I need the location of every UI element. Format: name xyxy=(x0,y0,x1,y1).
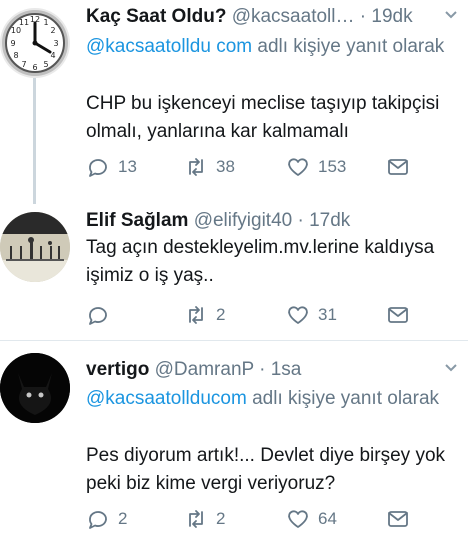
thread-line xyxy=(33,78,36,190)
reply-button[interactable]: 2 xyxy=(86,507,127,531)
svg-text:6: 6 xyxy=(32,63,37,72)
svg-text:7: 7 xyxy=(21,60,26,69)
svg-text:2: 2 xyxy=(50,26,55,35)
dm-icon xyxy=(388,511,408,527)
svg-text:5: 5 xyxy=(43,60,48,69)
like-icon xyxy=(288,306,308,324)
clock-avatar-icon: 12 12 345 678 91011 xyxy=(2,10,68,76)
dm-button[interactable] xyxy=(386,507,410,531)
author-name[interactable]: vertigo xyxy=(86,359,149,380)
retweet-count: 2 xyxy=(216,305,226,324)
svg-text:11: 11 xyxy=(19,18,29,27)
dm-button[interactable] xyxy=(386,155,410,179)
reply-icon xyxy=(89,511,107,529)
reply-mention[interactable]: @kacsaatolldu com xyxy=(86,36,252,57)
author-handle[interactable]: @elifyigit40 xyxy=(194,210,293,231)
dm-icon xyxy=(388,307,408,323)
like-button[interactable]: 153 xyxy=(286,155,346,179)
reply-mention[interactable]: @kacsaatollducom xyxy=(86,388,247,409)
reply-suffix: adlı kişiye yanıt olarak xyxy=(252,36,445,57)
separator-dot: · xyxy=(359,6,367,27)
svg-text:1: 1 xyxy=(43,18,48,27)
tweet-time[interactable]: 17dk xyxy=(309,210,350,231)
retweet-icon xyxy=(189,158,203,176)
avatar-vertigo[interactable] xyxy=(0,353,70,423)
reply-count: 13 xyxy=(118,157,137,176)
thread-line xyxy=(33,190,36,204)
reply-suffix: adlı kişiye yanıt olarak xyxy=(246,388,440,409)
reply-button[interactable]: 13 xyxy=(86,155,137,179)
dm-icon xyxy=(388,159,408,175)
tweet-actions: 13 38 153 xyxy=(86,155,426,181)
like-button[interactable]: 64 xyxy=(286,507,337,531)
tweet-vertigo[interactable]: vertigo @DamranP · 1sa @kacsaatollducom … xyxy=(0,341,468,529)
svg-text:10: 10 xyxy=(11,26,21,35)
reply-context: @kacsaatolldu com adlı kişiye yanıt olar… xyxy=(86,33,456,60)
retweet-icon xyxy=(189,510,203,528)
reply-count: 2 xyxy=(118,509,128,528)
svg-text:8: 8 xyxy=(13,51,18,60)
avatar-image xyxy=(0,212,70,282)
chevron-down-icon[interactable] xyxy=(444,8,458,27)
avatar-image xyxy=(0,353,70,423)
retweet-count: 38 xyxy=(216,157,235,176)
avatar-elif[interactable] xyxy=(0,212,70,282)
dm-button[interactable] xyxy=(386,303,410,327)
like-icon xyxy=(288,158,308,176)
like-button[interactable]: 31 xyxy=(286,303,337,327)
like-count: 64 xyxy=(318,509,337,528)
tweet-text: Tag açın destekleyelim.mv.lerine kaldıys… xyxy=(86,237,435,286)
tweet-text: Pes diyorum artık!... Devlet diye birşey… xyxy=(86,445,446,494)
chevron-down-icon[interactable] xyxy=(444,361,458,380)
reply-icon xyxy=(89,307,107,325)
like-count: 31 xyxy=(318,305,337,324)
avatar-clock[interactable]: 12 1 2 345 678 9 10 11 xyxy=(0,8,70,78)
author-name[interactable]: Kaç Saat Oldu? xyxy=(86,6,226,27)
reply-button[interactable] xyxy=(86,303,118,327)
separator-dot: · xyxy=(297,210,304,231)
like-icon xyxy=(288,510,308,528)
tweet-text: CHP bu işkenceyi meclise taşıyıp takipçi… xyxy=(86,93,440,142)
like-count: 153 xyxy=(318,157,347,176)
tweet-time[interactable]: 19dk xyxy=(371,6,412,27)
tweet-kacsaatoldu[interactable]: 12 1 2 345 678 9 10 11 Kaç Saat Oldu? @kacsa… xyxy=(0,0,468,190)
author-handle[interactable]: @kacsaatoll… xyxy=(232,6,355,27)
tweet-actions: 2 31 xyxy=(86,303,426,329)
author-name[interactable]: Elif Sağlam xyxy=(86,210,188,231)
separator-dot: · xyxy=(259,359,266,380)
retweet-count: 2 xyxy=(216,509,226,528)
reply-context: @kacsaatollducom adlı kişiye yanıt olara… xyxy=(86,385,456,412)
tweet-header: Kaç Saat Oldu? @kacsaatoll… · 19dk xyxy=(86,5,428,29)
tweet-actions: 2 2 64 xyxy=(86,507,426,533)
tweet-elif[interactable]: Elif Sağlam @elifyigit40 · 17dk Tag açın… xyxy=(0,190,468,340)
retweet-button[interactable]: 2 xyxy=(184,507,225,531)
tweet-header: Elif Sağlam @elifyigit40 · 17dk xyxy=(86,209,458,233)
tweet-header: vertigo @DamranP · 1sa xyxy=(86,358,428,382)
svg-text:3: 3 xyxy=(53,39,58,48)
tweet-time[interactable]: 1sa xyxy=(271,359,302,380)
retweet-icon xyxy=(189,306,203,324)
retweet-button[interactable]: 38 xyxy=(184,155,235,179)
svg-text:9: 9 xyxy=(10,39,15,48)
retweet-button[interactable]: 2 xyxy=(184,303,225,327)
reply-icon xyxy=(89,159,107,177)
author-handle[interactable]: @DamranP xyxy=(155,359,254,380)
